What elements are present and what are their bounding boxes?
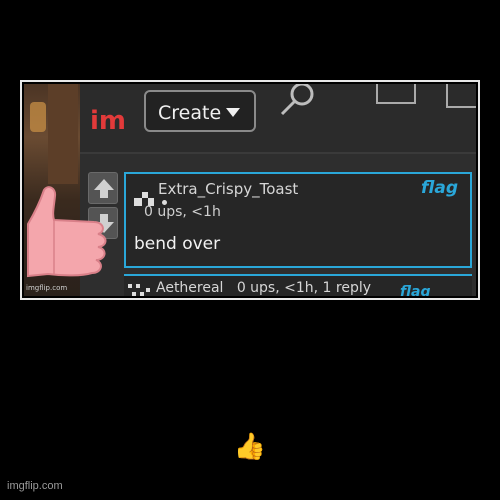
avatar[interactable] xyxy=(128,284,152,296)
menu-icon[interactable] xyxy=(446,84,476,108)
next-comment-username[interactable]: Aethereal xyxy=(156,280,223,296)
imgflip-logo[interactable]: im xyxy=(90,102,130,136)
top-toolbar: im Create xyxy=(80,84,476,154)
next-comment-row: Aethereal 0 ups, <1h, 1 reply flag xyxy=(124,274,472,296)
thumbs-up-hand-overlay xyxy=(24,184,124,296)
screenshot-content: im Create Extra_Crispy_Toast 0 ups, <1h … xyxy=(24,84,476,296)
next-comment-header: Aethereal 0 ups, <1h, 1 reply xyxy=(156,280,371,296)
create-label: Create xyxy=(158,102,222,124)
watermark-small: imgflip.com xyxy=(26,284,68,292)
create-button[interactable]: Create xyxy=(144,90,256,132)
comment-body: bend over xyxy=(134,234,221,254)
comment-meta: 0 ups, <1h xyxy=(144,204,221,220)
next-comment-meta: 0 ups, <1h, 1 reply xyxy=(236,280,372,296)
next-flag-link[interactable]: flag xyxy=(400,284,431,296)
footer-watermark: imgflip.com xyxy=(7,480,63,492)
comment-card: Extra_Crispy_Toast 0 ups, <1h flag bend … xyxy=(124,172,472,268)
flag-link[interactable]: flag xyxy=(421,178,458,198)
chevron-down-icon xyxy=(226,108,240,117)
screenshot-frame: im Create Extra_Crispy_Toast 0 ups, <1h … xyxy=(20,80,480,300)
thumbs-up-icon: 👍 xyxy=(233,432,267,462)
upload-icon[interactable] xyxy=(376,84,416,104)
logo-text: im xyxy=(90,106,127,136)
search-icon[interactable] xyxy=(276,84,318,126)
comment-username[interactable]: Extra_Crispy_Toast xyxy=(158,180,298,198)
avatar[interactable] xyxy=(134,186,154,206)
